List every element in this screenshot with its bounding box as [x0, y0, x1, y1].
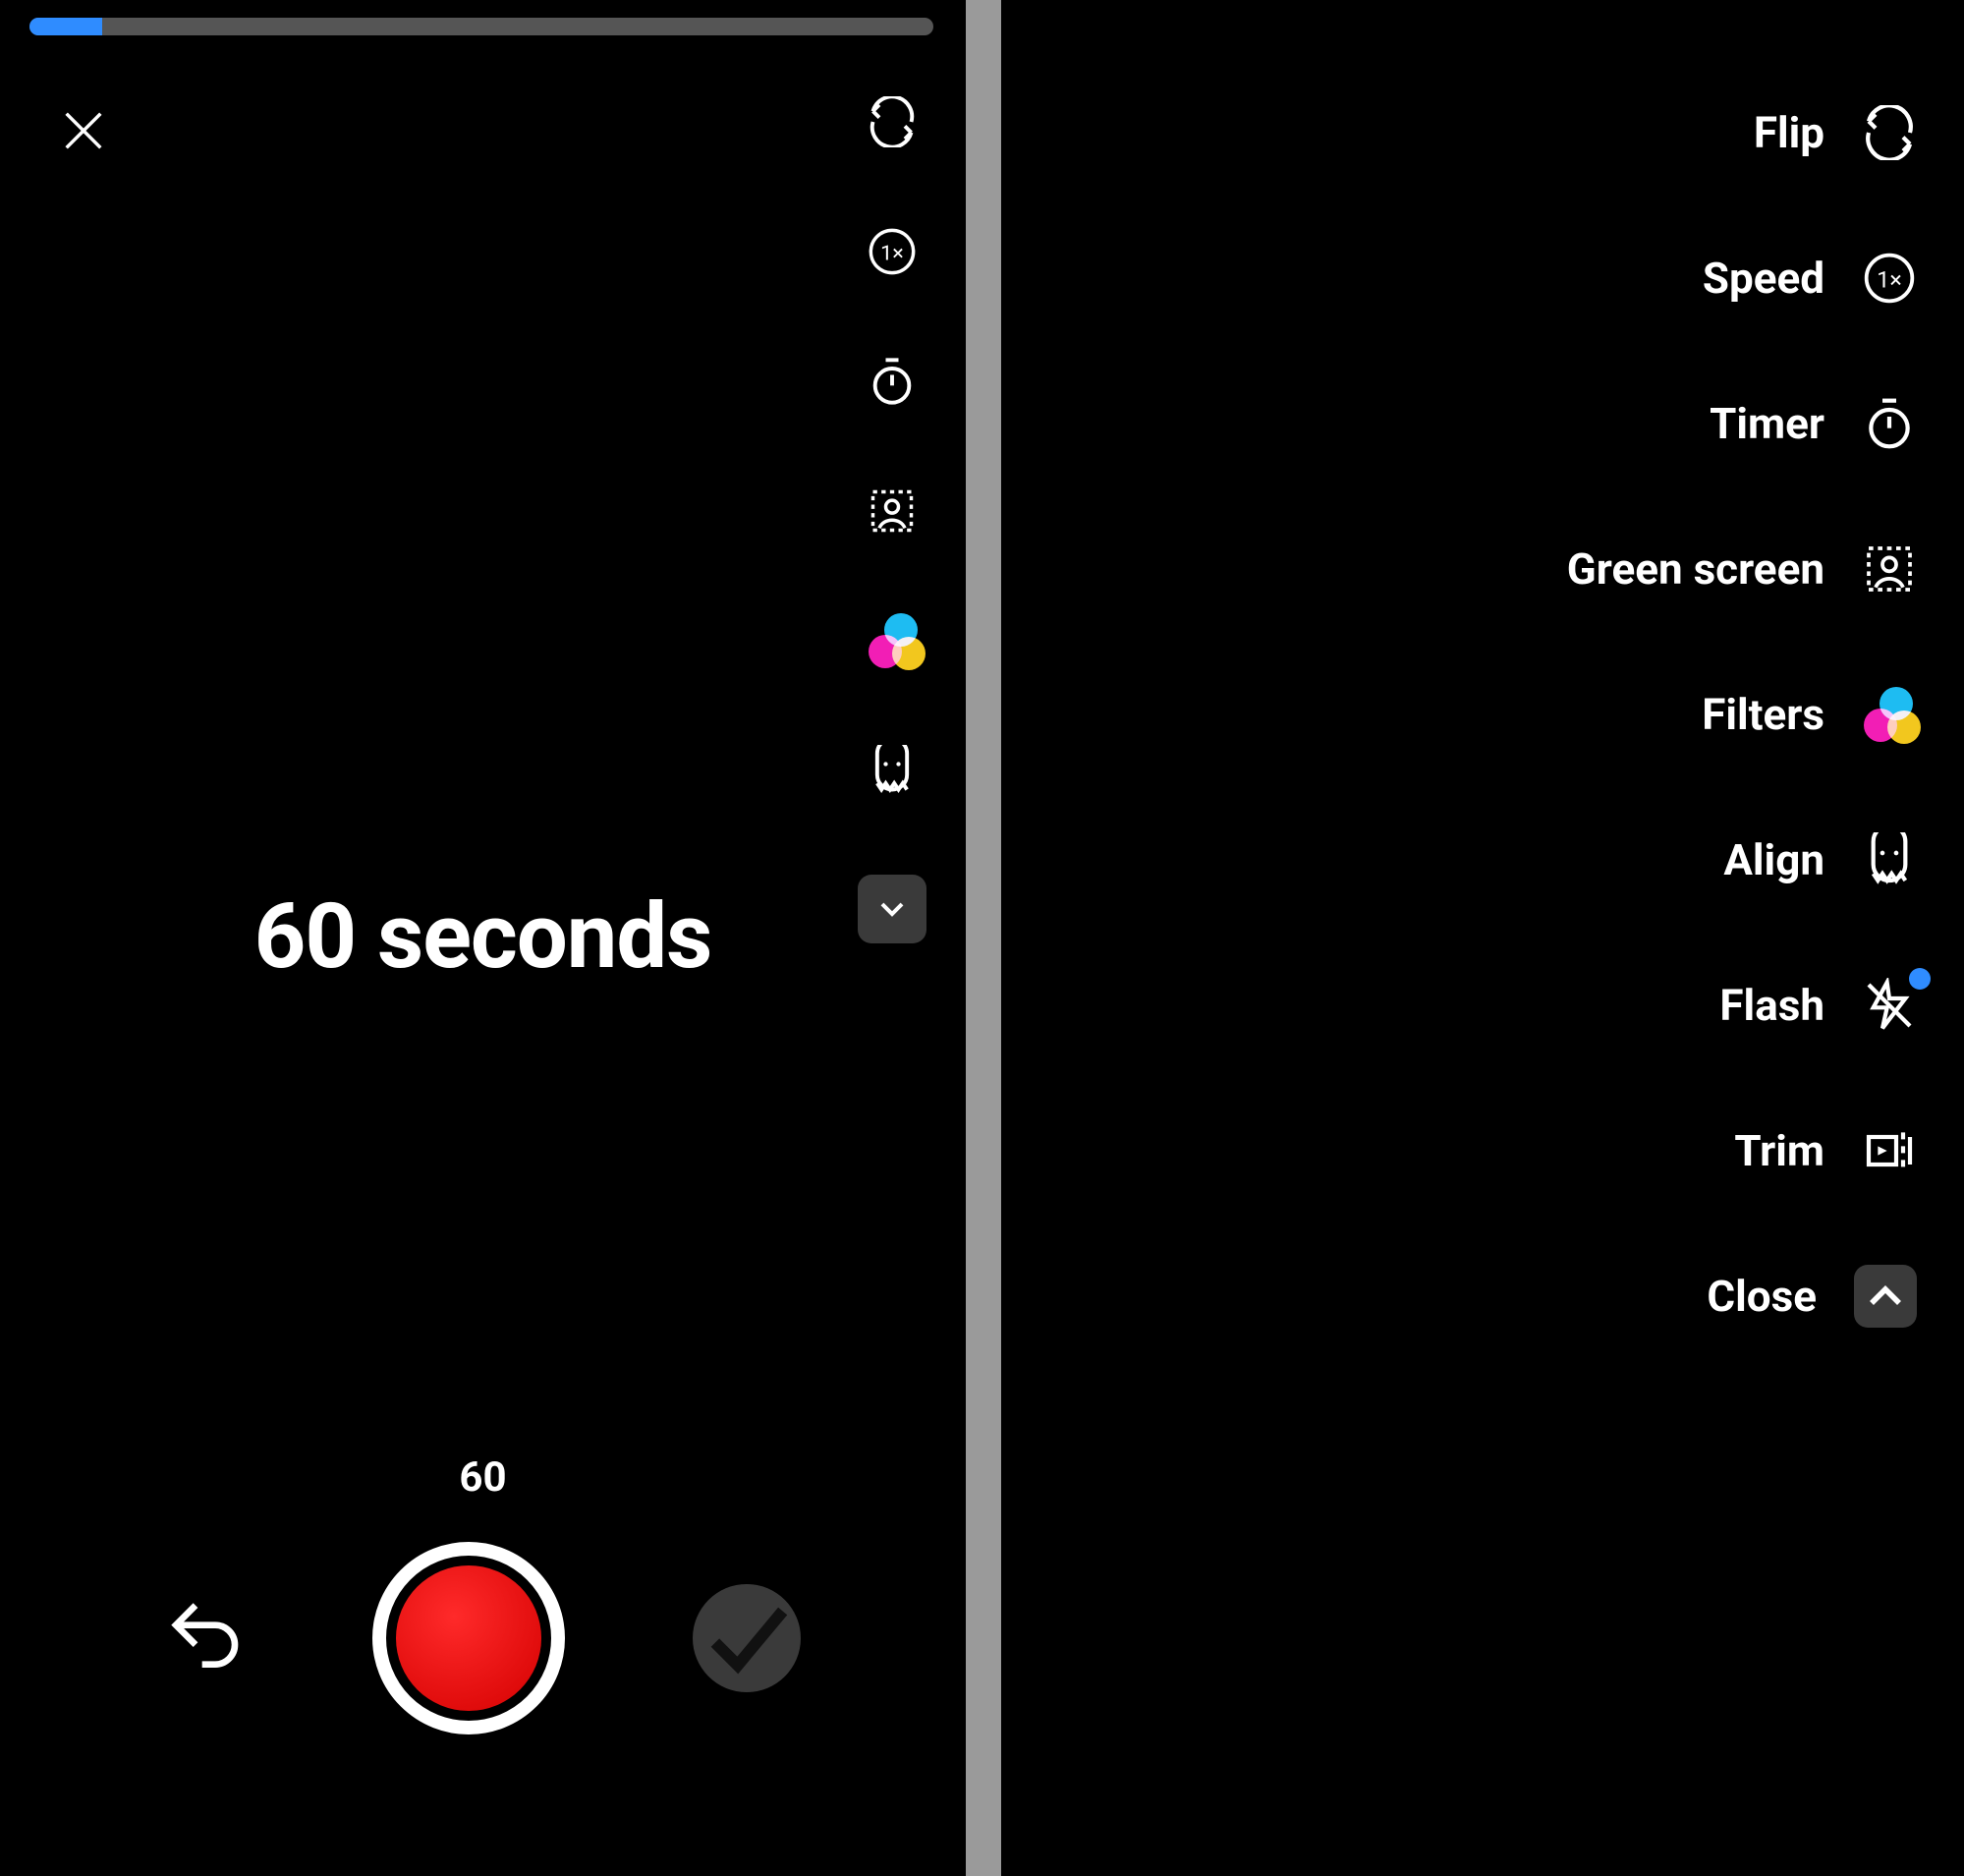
timer-icon	[1862, 396, 1917, 451]
panel-divider	[966, 0, 1001, 1876]
align-icon	[867, 745, 918, 796]
flip-button[interactable]	[867, 96, 918, 147]
record-controls: 60	[0, 1453, 966, 1797]
menu-item-speed[interactable]: Speed 1×	[1567, 244, 1917, 313]
undo-icon	[166, 1599, 245, 1677]
menu-item-filters[interactable]: Filters	[1567, 680, 1917, 749]
svg-text:1×: 1×	[880, 242, 904, 266]
menu-item-flip[interactable]: Flip	[1567, 98, 1917, 167]
menu-item-green-screen[interactable]: Green screen	[1567, 535, 1917, 603]
menu-label: Speed	[1703, 253, 1824, 304]
tools-menu-list: Flip Speed 1× Timer	[1567, 98, 1917, 1331]
menu-label: Flip	[1754, 107, 1824, 158]
timer-button[interactable]	[867, 356, 918, 407]
camera-panel: 1×	[0, 0, 966, 1876]
menu-label: Timer	[1710, 398, 1824, 449]
tools-menu-panel: Flip Speed 1× Timer	[1001, 0, 1964, 1876]
record-button[interactable]	[372, 1542, 565, 1734]
check-icon	[693, 1584, 801, 1692]
confirm-button[interactable]	[693, 1584, 801, 1692]
camera-tools-column: 1×	[858, 96, 926, 943]
speed-icon: 1×	[867, 226, 918, 277]
menu-label: Close	[1707, 1271, 1817, 1322]
app-root: 1×	[0, 0, 1964, 1876]
trim-icon	[1862, 1123, 1917, 1178]
filters-icon	[867, 613, 918, 668]
menu-item-timer[interactable]: Timer	[1567, 389, 1917, 458]
menu-label: Flash	[1719, 980, 1824, 1031]
chevron-up-icon	[1854, 1265, 1917, 1328]
menu-label: Align	[1723, 834, 1824, 885]
recording-progress-bar[interactable]	[29, 18, 933, 35]
speed-icon: 1×	[1862, 251, 1917, 306]
menu-item-flash[interactable]: Flash	[1567, 971, 1917, 1040]
filters-button[interactable]	[867, 615, 918, 666]
timer-icon	[867, 356, 918, 407]
align-icon	[1862, 832, 1917, 887]
close-button[interactable]	[49, 96, 118, 165]
menu-item-trim[interactable]: Trim	[1567, 1116, 1917, 1185]
speed-button[interactable]: 1×	[867, 226, 918, 277]
close-icon	[58, 105, 109, 156]
green-screen-icon	[867, 485, 918, 537]
record-inner-icon	[396, 1565, 541, 1711]
align-button[interactable]	[867, 745, 918, 796]
notification-dot	[1909, 968, 1931, 990]
menu-item-close[interactable]: Close	[1567, 1262, 1917, 1331]
duration-selector[interactable]: 60	[0, 1453, 966, 1502]
green-screen-icon	[1862, 541, 1917, 597]
flash-off-icon	[1862, 978, 1917, 1033]
svg-text:1×: 1×	[1877, 265, 1902, 293]
undo-button[interactable]	[166, 1599, 245, 1677]
flip-icon	[867, 96, 918, 147]
menu-label: Filters	[1702, 689, 1824, 740]
green-screen-button[interactable]	[867, 485, 918, 537]
menu-label: Green screen	[1567, 543, 1824, 595]
menu-label: Trim	[1734, 1125, 1824, 1176]
duration-display: 60 seconds	[0, 884, 966, 990]
filters-icon	[1862, 687, 1917, 742]
flip-icon	[1862, 105, 1917, 160]
menu-item-align[interactable]: Align	[1567, 825, 1917, 894]
recording-progress-fill	[29, 18, 102, 35]
